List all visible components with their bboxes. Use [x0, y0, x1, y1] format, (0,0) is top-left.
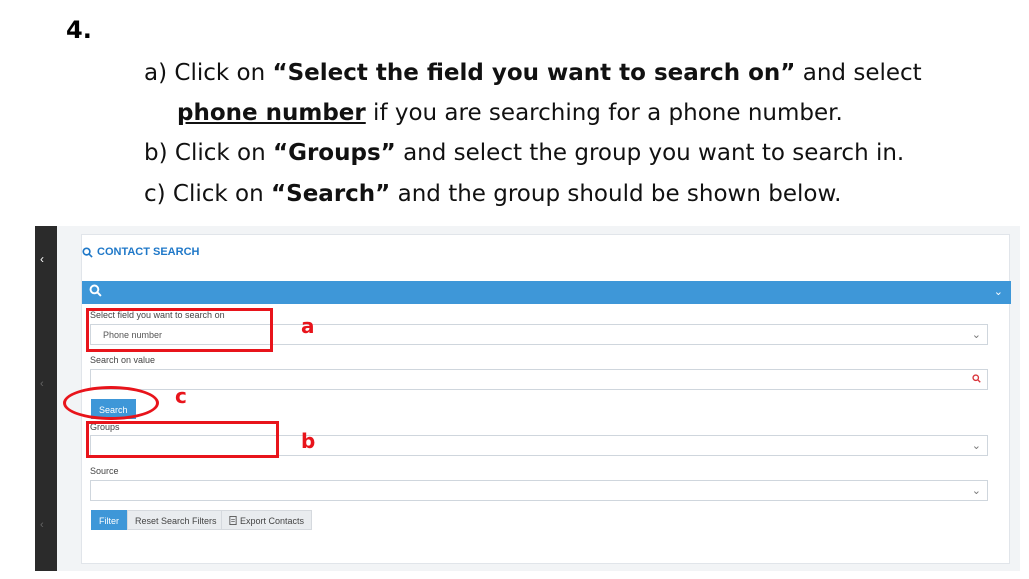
- instruction-a-suffix: and select: [795, 60, 922, 86]
- instruction-a: a) Click on “Select the field you want t…: [144, 60, 922, 86]
- search-icon[interactable]: [972, 374, 981, 383]
- instruction-c: c) Click on “Search” and the group shoul…: [144, 181, 841, 207]
- instruction-a-bold: “Select the field you want to search on”: [272, 60, 796, 86]
- source-label: Source: [90, 466, 119, 476]
- document-icon: [229, 516, 237, 525]
- sidebar: ‹ ‹ ‹: [35, 226, 57, 571]
- step-number: 4.: [66, 16, 92, 44]
- chevron-down-icon[interactable]: ⌄: [994, 285, 1003, 298]
- source-dropdown[interactable]: ⌄: [90, 480, 988, 501]
- chevron-down-icon: ⌄: [971, 485, 981, 497]
- annotation-label-a: a: [301, 314, 315, 338]
- instruction-a-continued: phone number if you are searching for a …: [177, 100, 843, 126]
- annotation-ellipse-c: [63, 386, 159, 420]
- contact-search-panel: CONTACT SEARCH ⌄ Select field you want t…: [81, 234, 1011, 564]
- search-value-input[interactable]: [90, 369, 988, 390]
- instruction-b-prefix: b) Click on: [144, 140, 273, 166]
- annotation-label-c: c: [175, 384, 187, 408]
- search-value-label: Search on value: [90, 355, 156, 365]
- annotation-label-b: b: [301, 429, 316, 453]
- panel-title: CONTACT SEARCH: [82, 246, 199, 258]
- instruction-b-suffix: and select the group you want to search …: [395, 140, 905, 166]
- search-icon: [89, 284, 102, 297]
- filter-button[interactable]: Filter: [91, 510, 127, 530]
- instruction-a2-suffix: if you are searching for a phone number.: [365, 100, 843, 126]
- instruction-c-prefix: c) Click on: [144, 181, 272, 207]
- chevron-left-icon: ‹: [40, 519, 44, 531]
- search-section-header[interactable]: ⌄: [82, 281, 1011, 304]
- instruction-b: b) Click on “Groups” and select the grou…: [144, 140, 904, 166]
- reset-search-filters-button[interactable]: Reset Search Filters: [127, 510, 225, 530]
- chevron-left-icon[interactable]: ‹: [40, 252, 44, 266]
- search-icon: [82, 246, 93, 258]
- chevron-down-icon: ⌄: [971, 440, 981, 452]
- instruction-b-bold: “Groups”: [272, 140, 396, 166]
- instruction-c-bold: “Search”: [271, 181, 391, 207]
- instruction-a-underlined: phone number: [177, 100, 366, 126]
- export-contacts-button[interactable]: Export Contacts: [221, 510, 313, 530]
- instruction-c-suffix: and the group should be shown below.: [390, 181, 842, 207]
- chevron-down-icon: ⌄: [971, 329, 981, 341]
- annotation-box-b: [86, 421, 279, 458]
- annotation-box-a: [86, 308, 273, 352]
- export-contacts-label: Export Contacts: [240, 516, 305, 526]
- instruction-a-prefix: a) Click on: [144, 60, 273, 86]
- chevron-left-icon: ‹: [40, 378, 44, 390]
- panel-title-text: CONTACT SEARCH: [97, 246, 200, 258]
